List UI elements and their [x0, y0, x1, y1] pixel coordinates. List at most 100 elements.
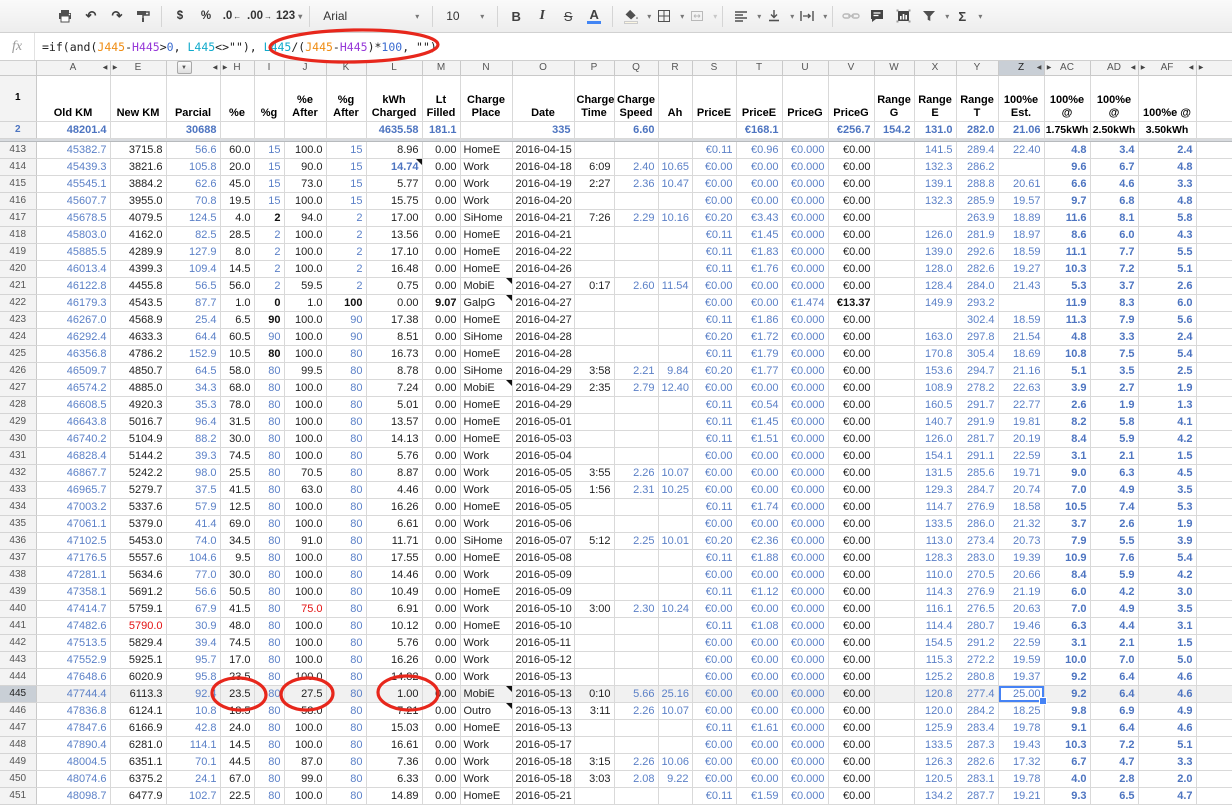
cell-AC447[interactable]: 9.1 [1044, 719, 1090, 736]
cell-Z418[interactable]: 18.97 [998, 226, 1044, 243]
cell-M417[interactable]: 0.00 [422, 209, 460, 226]
cell-E441[interactable]: 5790.0 [110, 617, 166, 634]
cell-J427[interactable]: 100.0 [284, 379, 326, 396]
cell-M447[interactable]: 0.00 [422, 719, 460, 736]
cell-O424[interactable]: 2016-04-28 [512, 328, 574, 345]
cell-J424[interactable]: 100.0 [284, 328, 326, 345]
cell-AD419[interactable]: 7.7 [1090, 243, 1138, 260]
header-label[interactable] [1196, 75, 1232, 121]
cell-empty[interactable] [1196, 787, 1232, 804]
cell-S442[interactable]: €0.00 [692, 634, 736, 651]
summary-cell[interactable] [658, 121, 692, 138]
cell-X413[interactable]: 141.5 [914, 141, 956, 158]
cell-H433[interactable]: 41.5 [220, 481, 254, 498]
cell-AC418[interactable]: 8.6 [1044, 226, 1090, 243]
cell-AF442[interactable]: 1.5 [1138, 634, 1196, 651]
cell-P418[interactable] [574, 226, 614, 243]
cell-c2445[interactable]: 92.4 [166, 685, 220, 702]
cell-J418[interactable]: 100.0 [284, 226, 326, 243]
cell-AC420[interactable]: 10.3 [1044, 260, 1090, 277]
cell-A425[interactable]: 46356.8 [36, 345, 110, 362]
cell-Z426[interactable]: 21.16 [998, 362, 1044, 379]
cell-N438[interactable]: Work [460, 566, 512, 583]
cell-I445[interactable]: 80 [254, 685, 284, 702]
cell-R429[interactable] [658, 413, 692, 430]
vertical-align-button[interactable] [763, 4, 785, 28]
cell-M416[interactable]: 0.00 [422, 192, 460, 209]
cell-J440[interactable]: 75.0 [284, 600, 326, 617]
cell-V436[interactable]: €0.00 [828, 532, 874, 549]
cell-U433[interactable]: €0.000 [782, 481, 828, 498]
cell-J425[interactable]: 100.0 [284, 345, 326, 362]
cell-L423[interactable]: 17.38 [366, 311, 422, 328]
cell-K435[interactable]: 80 [326, 515, 366, 532]
cell-J415[interactable]: 73.0 [284, 175, 326, 192]
cell-H417[interactable]: 4.0 [220, 209, 254, 226]
cell-Q421[interactable]: 2.60 [614, 277, 658, 294]
column-header-T[interactable]: T [736, 61, 782, 75]
cell-N427[interactable]: MobiE [460, 379, 512, 396]
cell-P429[interactable] [574, 413, 614, 430]
summary-cell[interactable]: €256.7 [828, 121, 874, 138]
cell-R430[interactable] [658, 430, 692, 447]
cell-Z427[interactable]: 22.63 [998, 379, 1044, 396]
cell-H446[interactable]: 18.5 [220, 702, 254, 719]
cell-AD440[interactable]: 4.9 [1090, 600, 1138, 617]
cell-Q445[interactable]: 5.66 [614, 685, 658, 702]
cell-H448[interactable]: 14.5 [220, 736, 254, 753]
cell-K441[interactable]: 80 [326, 617, 366, 634]
cell-A432[interactable]: 46867.7 [36, 464, 110, 481]
cell-A438[interactable]: 47281.1 [36, 566, 110, 583]
cell-AD428[interactable]: 1.9 [1090, 396, 1138, 413]
header-label[interactable]: %e [220, 75, 254, 121]
cell-R451[interactable] [658, 787, 692, 804]
cell-U430[interactable]: €0.000 [782, 430, 828, 447]
header-label[interactable]: 100%e @ [1138, 75, 1196, 121]
column-header-P[interactable]: P [574, 61, 614, 75]
cell-R414[interactable]: 10.65 [658, 158, 692, 175]
column-header-hidden[interactable]: ▼◀ [166, 61, 220, 75]
cell-Y447[interactable]: 283.4 [956, 719, 998, 736]
cell-W426[interactable] [874, 362, 914, 379]
cell-AC419[interactable]: 11.1 [1044, 243, 1090, 260]
cell-L445[interactable]: 1.00 [366, 685, 422, 702]
cell-empty[interactable] [1196, 736, 1232, 753]
cell-K432[interactable]: 80 [326, 464, 366, 481]
cell-I441[interactable]: 80 [254, 617, 284, 634]
cell-AC416[interactable]: 9.7 [1044, 192, 1090, 209]
cell-W438[interactable] [874, 566, 914, 583]
cell-E438[interactable]: 5634.6 [110, 566, 166, 583]
cell-L420[interactable]: 16.48 [366, 260, 422, 277]
cell-P448[interactable] [574, 736, 614, 753]
cell-M414[interactable]: 0.00 [422, 158, 460, 175]
cell-A426[interactable]: 46509.7 [36, 362, 110, 379]
cell-T422[interactable]: €0.00 [736, 294, 782, 311]
cell-U447[interactable]: €0.000 [782, 719, 828, 736]
functions-button[interactable]: Σ [951, 4, 973, 28]
cell-S421[interactable]: €0.00 [692, 277, 736, 294]
column-header-I[interactable]: I [254, 61, 284, 75]
cell-O431[interactable]: 2016-05-04 [512, 447, 574, 464]
header-label[interactable]: 100%e @ [1090, 75, 1138, 121]
cell-J447[interactable]: 100.0 [284, 719, 326, 736]
cell-Y416[interactable]: 285.9 [956, 192, 998, 209]
cell-W449[interactable] [874, 753, 914, 770]
cell-c2437[interactable]: 104.6 [166, 549, 220, 566]
cell-V434[interactable]: €0.00 [828, 498, 874, 515]
cell-L448[interactable]: 16.61 [366, 736, 422, 753]
cell-c2450[interactable]: 24.1 [166, 770, 220, 787]
cell-M431[interactable]: 0.00 [422, 447, 460, 464]
cell-A449[interactable]: 48004.5 [36, 753, 110, 770]
cell-E420[interactable]: 4399.3 [110, 260, 166, 277]
cell-R440[interactable]: 10.24 [658, 600, 692, 617]
cell-L443[interactable]: 16.26 [366, 651, 422, 668]
cell-P438[interactable] [574, 566, 614, 583]
cell-M418[interactable]: 0.00 [422, 226, 460, 243]
cell-L425[interactable]: 16.73 [366, 345, 422, 362]
cell-I418[interactable]: 2 [254, 226, 284, 243]
cell-H443[interactable]: 17.0 [220, 651, 254, 668]
summary-cell[interactable]: 30688 [166, 121, 220, 138]
cell-P420[interactable] [574, 260, 614, 277]
cell-AC440[interactable]: 7.0 [1044, 600, 1090, 617]
cell-AC451[interactable]: 9.3 [1044, 787, 1090, 804]
